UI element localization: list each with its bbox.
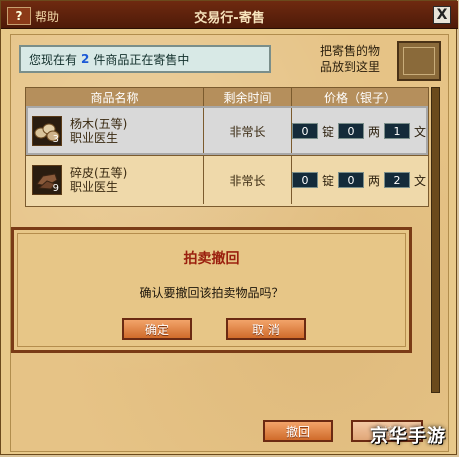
wood-logs-icon[interactable]: 3 <box>32 116 62 146</box>
price-wen-value: 2 <box>384 172 410 188</box>
consignment-window: ? 帮助 交易行-寄售 X 您现在有 2 件商品正在寄售中 把寄售的物 品放到这… <box>0 0 458 455</box>
price-liang-value: 0 <box>338 172 364 188</box>
withdraw-button-label: 撤回 <box>285 424 310 439</box>
price-ding-value: 0 <box>292 172 318 188</box>
header-item-name: 商品名称 <box>26 88 204 106</box>
unit-liang: 两 <box>367 124 380 139</box>
unit-wen: 文 <box>413 124 426 139</box>
table-header: 商品名称 剩余时间 价格（银子） <box>26 88 428 106</box>
header-remaining-time: 剩余时间 <box>204 88 292 106</box>
header-price: 价格（银子） <box>323 90 396 105</box>
dialog-message: 确认要撤回该拍卖物品吗？ <box>139 286 284 300</box>
scrollbar[interactable] <box>431 87 440 393</box>
status-suffix: 件商品正在寄售中 <box>93 52 190 67</box>
price-ding-value: 0 <box>292 123 318 139</box>
status-prefix: 您现在有 <box>29 52 78 67</box>
item-qty: 3 <box>52 134 59 145</box>
unit-ding: 锭 <box>321 124 334 139</box>
close-icon: X <box>436 7 448 23</box>
unit-ding: 锭 <box>321 173 334 188</box>
cancel-button-label: 取 消 <box>252 322 280 337</box>
drop-hint-line2: 品放到这里 <box>319 60 380 74</box>
dialog-title: 拍卖撤回 <box>183 251 240 267</box>
unit-liang: 两 <box>367 173 380 188</box>
status-bar: 您现在有 2 件商品正在寄售中 <box>19 45 271 73</box>
item-name: 碎皮(五等) <box>70 166 128 180</box>
price-wen-value: 1 <box>384 123 410 139</box>
status-count: 2 <box>81 52 90 66</box>
close-button[interactable]: X <box>433 6 451 24</box>
window-title: 交易行-寄售 <box>194 11 265 26</box>
leather-scraps-icon[interactable]: 9 <box>32 165 62 195</box>
cancel-button[interactable]: 取 消 <box>226 318 306 340</box>
withdraw-button[interactable]: 撤回 <box>263 420 333 442</box>
unit-wen: 文 <box>413 173 426 188</box>
item-subtitle: 职业医生 <box>70 180 119 194</box>
item-name: 杨木(五等) <box>70 117 128 131</box>
drop-hint-line1: 把寄售的物 <box>319 44 380 58</box>
price-cell: 0 锭 0 两 1 文 <box>292 107 428 155</box>
price-liang-value: 0 <box>338 123 364 139</box>
remaining-time-cell: 非常长 <box>204 107 292 155</box>
price-cell: 0 锭 0 两 2 文 <box>292 156 428 204</box>
remaining-time-cell: 非常长 <box>204 156 292 204</box>
item-drop-slot[interactable] <box>397 41 441 81</box>
drop-hint: 把寄售的物 品放到这里 <box>308 43 392 77</box>
consignment-table: 商品名称 剩余时间 价格（银子） 3 杨木(五等) 职业医生 非常长 0 锭 0… <box>25 87 429 207</box>
watermark-logo: 京华手游 <box>370 426 446 447</box>
item-name-cell: 9 碎皮(五等) 职业医生 <box>26 156 204 204</box>
table-row[interactable]: 9 碎皮(五等) 职业医生 非常长 0 锭 0 两 2 文 <box>26 155 428 204</box>
confirm-button-label: 确定 <box>144 322 169 337</box>
item-name-cell: 3 杨木(五等) 职业医生 <box>26 107 204 155</box>
item-subtitle: 职业医生 <box>70 131 119 145</box>
item-qty: 9 <box>52 183 59 194</box>
confirm-button[interactable]: 确定 <box>122 318 192 340</box>
table-row[interactable]: 3 杨木(五等) 职业医生 非常长 0 锭 0 两 1 文 <box>26 106 428 155</box>
confirm-dialog: 拍卖撤回 确认要撤回该拍卖物品吗？ 确定 取 消 <box>11 227 412 353</box>
title-bar[interactable]: ? 帮助 交易行-寄售 X <box>1 1 458 29</box>
